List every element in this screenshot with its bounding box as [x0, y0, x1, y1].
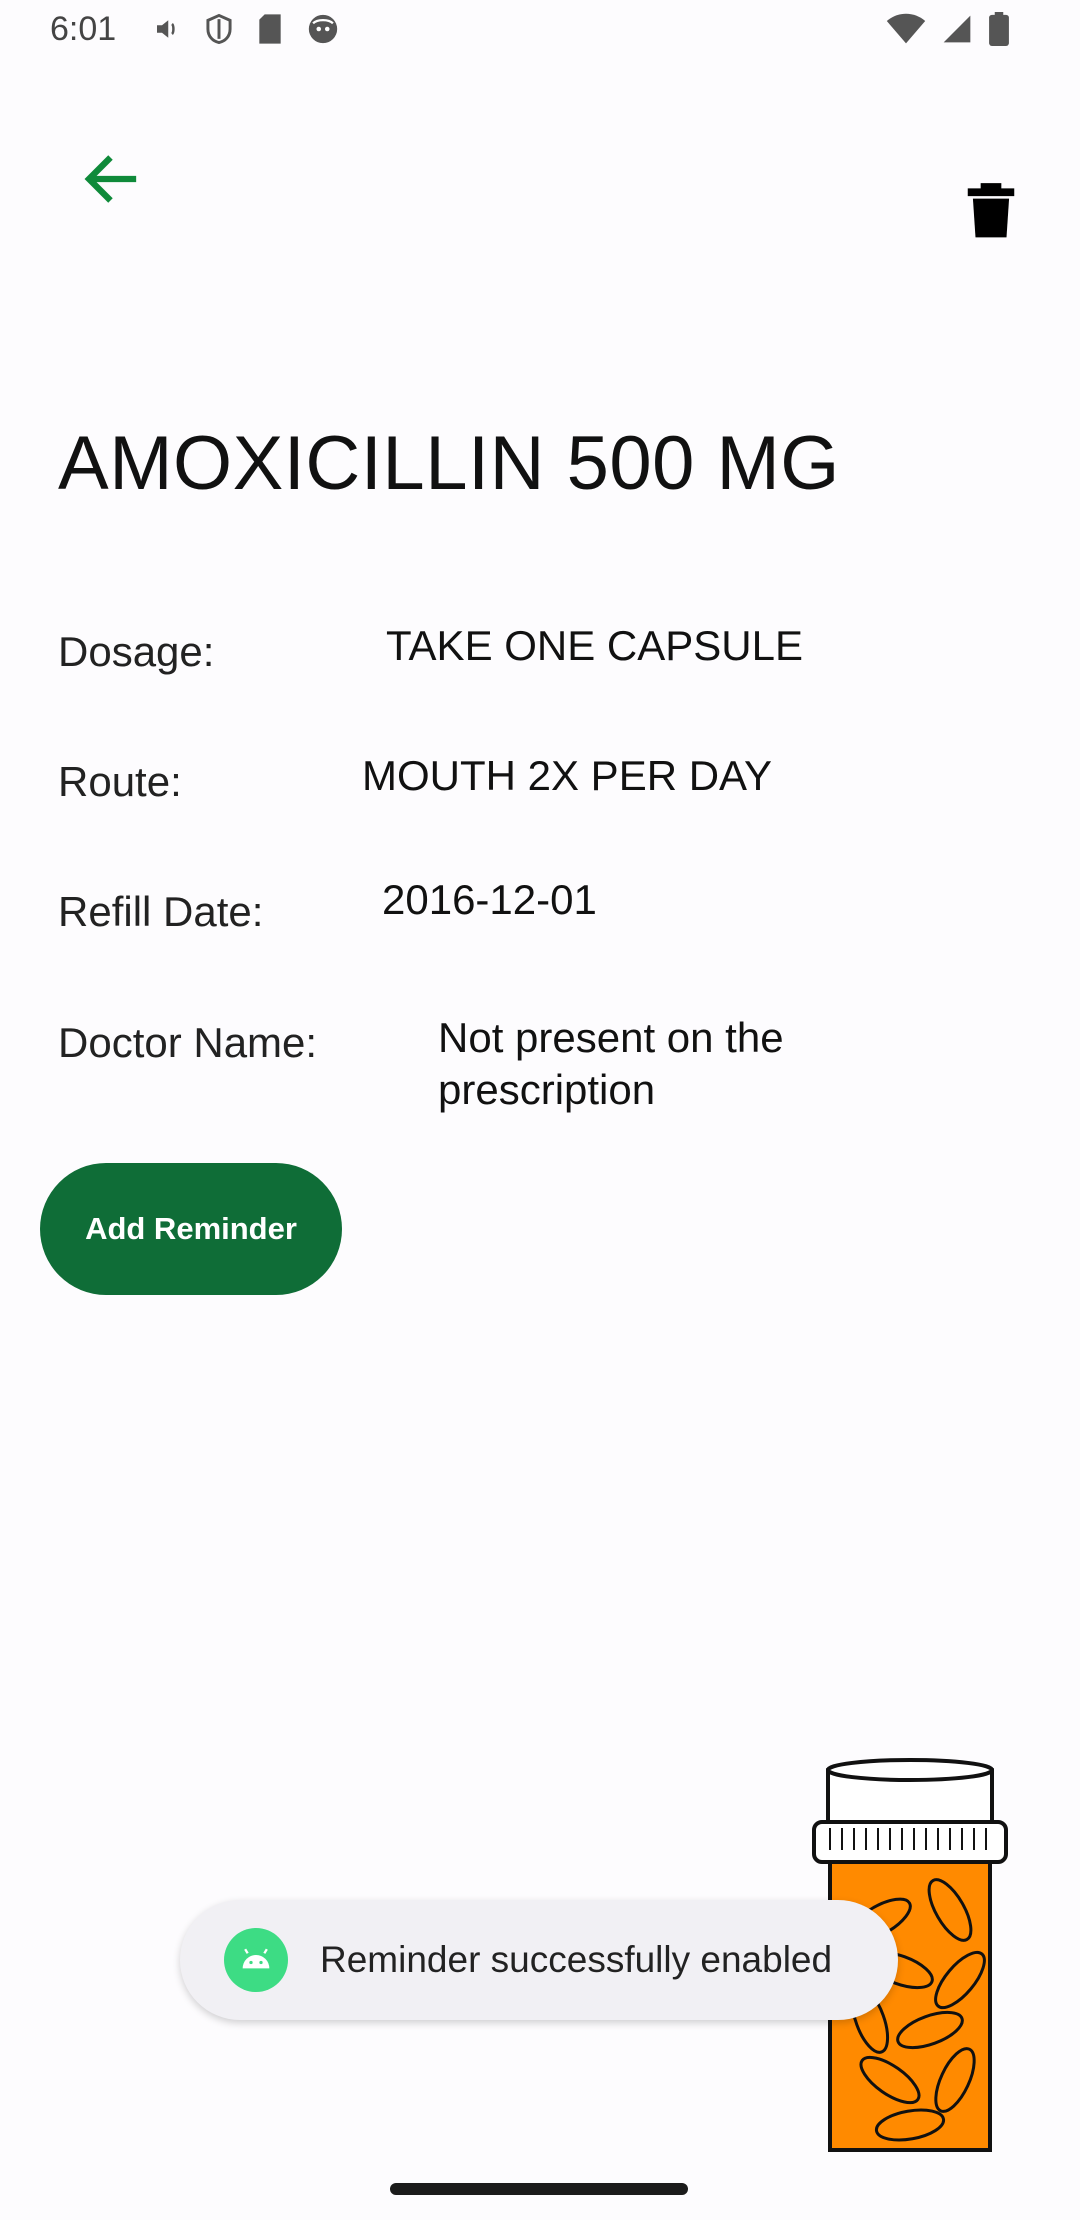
volume-icon — [152, 14, 182, 49]
status-icons-left — [152, 12, 340, 51]
trash-icon — [967, 183, 1015, 238]
doctor-name-value: Not present on the prescription — [438, 1012, 784, 1116]
add-reminder-button[interactable]: Add Reminder — [40, 1163, 342, 1295]
sd-card-icon — [256, 13, 284, 50]
dosage-value: TAKE ONE CAPSULE — [386, 622, 804, 669]
shield-icon — [204, 13, 234, 50]
doctor-name-value-line1: Not present on the — [438, 1014, 784, 1061]
delete-button[interactable] — [960, 178, 1022, 240]
battery-icon — [988, 12, 1010, 51]
signal-icon — [940, 13, 974, 50]
status-icons-right — [886, 12, 1010, 51]
doctor-name-value-line2: prescription — [438, 1066, 656, 1113]
status-time: 6:01 — [50, 10, 117, 48]
status-bar: 6:01 — [0, 0, 1080, 64]
toast-message: Reminder successfully enabled — [320, 1939, 833, 1980]
home-indicator[interactable] — [390, 2183, 688, 2195]
face-icon — [306, 12, 340, 51]
back-button[interactable] — [78, 146, 144, 212]
medication-title: AMOXICILLIN 500 MG — [58, 421, 840, 506]
toast-notification: Reminder successfully enabled — [180, 1900, 898, 2020]
arrow-back-icon — [84, 155, 137, 203]
android-icon — [224, 1928, 288, 1992]
doctor-name-label: Doctor Name: — [58, 1019, 318, 1066]
route-label: Route: — [58, 758, 182, 805]
dosage-label: Dosage: — [58, 628, 215, 675]
wifi-icon — [886, 13, 926, 50]
refill-date-label: Refill Date: — [58, 888, 264, 935]
refill-date-value: 2016-12-01 — [382, 876, 597, 923]
route-value: MOUTH 2X PER DAY — [362, 752, 772, 799]
